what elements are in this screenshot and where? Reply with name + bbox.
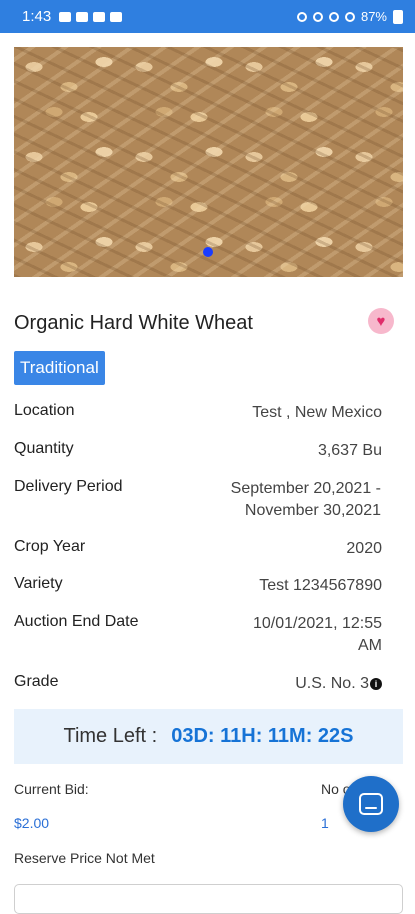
number-of-bids-value: 1 xyxy=(321,815,329,831)
variety-label: Variety xyxy=(14,575,63,592)
wifi-icon xyxy=(328,11,339,22)
youtube-icon xyxy=(93,11,106,22)
current-bid-label: Current Bid: xyxy=(14,781,89,797)
auction-end-time: AM xyxy=(358,637,382,654)
status-bar: 1:43 87% xyxy=(0,0,415,33)
time-left-banner: Time Left : 03D: 11H: 11M: 22S xyxy=(14,709,403,764)
crop-year-label: Crop Year xyxy=(14,538,86,555)
system-icons: 87% xyxy=(296,0,403,33)
variety-value: Test 1234567890 xyxy=(259,577,382,594)
notification-icon xyxy=(59,11,72,22)
crop-year-value: 2020 xyxy=(346,540,382,557)
notification-icons xyxy=(59,11,123,22)
mute-icon xyxy=(312,11,323,22)
quantity-value: 3,637 Bu xyxy=(317,442,382,459)
reserve-status: Reserve Price Not Met xyxy=(14,850,155,866)
heart-icon[interactable]: ♥ xyxy=(368,308,394,334)
youtube-icon xyxy=(76,11,89,22)
auction-end-date: 10/01/2021, 12:55 xyxy=(252,615,382,632)
time-left-value: 03D: 11H: 11M: 22S xyxy=(171,725,354,747)
image-icon xyxy=(110,11,123,22)
chat-icon xyxy=(359,793,383,815)
grade-label: Grade xyxy=(14,673,59,690)
bid-input-box[interactable] xyxy=(14,884,403,914)
grade-text: U.S. No. 3 xyxy=(295,675,369,692)
battery-percent: 87% xyxy=(360,9,387,24)
status-time: 1:43 xyxy=(22,8,52,25)
delivery-period-label: Delivery Period xyxy=(14,478,123,495)
location-label: Location xyxy=(14,402,75,419)
product-title: Organic Hard White Wheat xyxy=(14,312,253,334)
info-icon[interactable]: i xyxy=(370,678,382,690)
quantity-label: Quantity xyxy=(14,440,74,457)
auction-end-value: 10/01/2021, 12:55 AM xyxy=(253,613,382,657)
alarm-icon xyxy=(296,11,307,22)
delivery-period-value: September 20,2021 - November 30,2021 xyxy=(231,478,381,522)
chat-button[interactable] xyxy=(343,776,399,832)
carousel-indicator[interactable] xyxy=(203,247,213,257)
delivery-period-start: September 20,2021 - xyxy=(230,480,381,497)
battery-icon xyxy=(393,9,403,24)
grade-value: U.S. No. 3i xyxy=(295,673,382,695)
auction-end-label: Auction End Date xyxy=(14,613,139,630)
current-bid-value: $2.00 xyxy=(14,815,50,831)
product-image[interactable] xyxy=(14,47,403,277)
location-value: Test , New Mexico xyxy=(252,404,382,421)
time-left-label: Time Left : xyxy=(63,725,158,747)
signal-icon xyxy=(344,11,355,22)
type-badge: Traditional xyxy=(14,351,105,385)
delivery-period-end: November 30,2021 xyxy=(244,502,381,519)
